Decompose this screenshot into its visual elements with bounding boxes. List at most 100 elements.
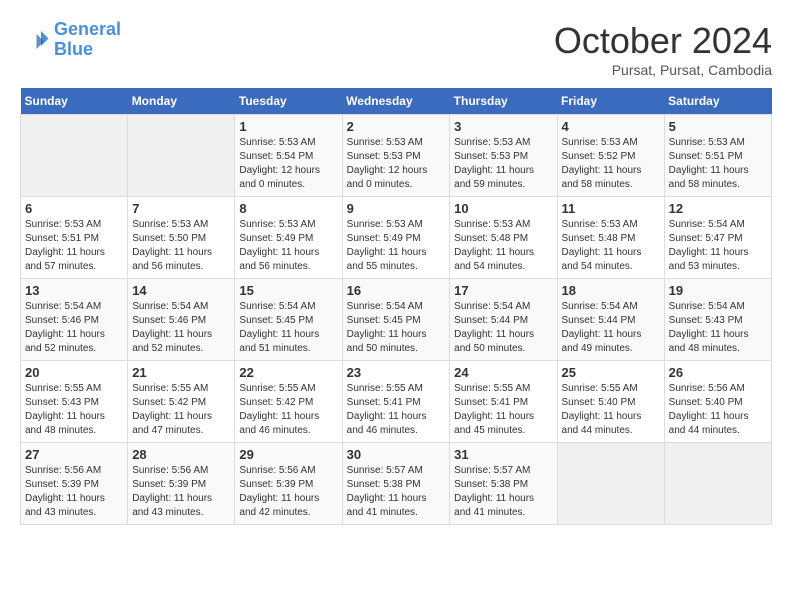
title-area: October 2024 Pursat, Pursat, Cambodia	[554, 20, 772, 78]
calendar-cell: 9 Sunrise: 5:53 AMSunset: 5:49 PMDaylight…	[342, 197, 450, 279]
calendar-cell: 20 Sunrise: 5:55 AMSunset: 5:43 PMDayligh…	[21, 361, 128, 443]
header-wednesday: Wednesday	[342, 88, 450, 115]
day-info: Sunrise: 5:55 AMSunset: 5:40 PMDaylight:…	[562, 382, 660, 438]
day-info: Sunrise: 5:56 AMSunset: 5:39 PMDaylight:…	[25, 464, 123, 520]
day-info: Sunrise: 5:56 AMSunset: 5:39 PMDaylight:…	[132, 464, 230, 520]
calendar-header-row: SundayMondayTuesdayWednesdayThursdayFrid…	[21, 88, 772, 115]
calendar-cell	[557, 443, 664, 525]
calendar-table: SundayMondayTuesdayWednesdayThursdayFrid…	[20, 88, 772, 525]
calendar-cell: 22 Sunrise: 5:55 AMSunset: 5:42 PMDayligh…	[235, 361, 342, 443]
calendar-cell	[21, 115, 128, 197]
calendar-cell: 30 Sunrise: 5:57 AMSunset: 5:38 PMDayligh…	[342, 443, 450, 525]
calendar-cell	[664, 443, 771, 525]
header-tuesday: Tuesday	[235, 88, 342, 115]
calendar-cell: 24Sunrise: 5:55 AMSunset: 5:41 PMDayligh…	[450, 361, 557, 443]
day-number: 1	[239, 119, 337, 134]
calendar-cell: 25 Sunrise: 5:55 AMSunset: 5:40 PMDayligh…	[557, 361, 664, 443]
day-info: Sunrise: 5:57 AMSunset: 5:38 PMDaylight:…	[347, 464, 446, 520]
day-info: Sunrise: 5:55 AMSunset: 5:41 PMDaylight:…	[347, 382, 446, 438]
day-number: 9	[347, 201, 446, 216]
day-number: 30	[347, 447, 446, 462]
day-info: Sunrise: 5:53 AMSunset: 5:51 PMDaylight:…	[25, 218, 123, 274]
week-row-4: 20 Sunrise: 5:55 AMSunset: 5:43 PMDayligh…	[21, 361, 772, 443]
week-row-2: 6Sunrise: 5:53 AMSunset: 5:51 PMDaylight…	[21, 197, 772, 279]
day-info: Sunrise: 5:53 AMSunset: 5:51 PMDaylight:…	[669, 136, 767, 192]
day-info: Sunrise: 5:54 AMSunset: 5:47 PMDaylight:…	[669, 218, 767, 274]
day-info: Sunrise: 5:55 AMSunset: 5:42 PMDaylight:…	[132, 382, 230, 438]
day-number: 13	[25, 283, 123, 298]
week-row-1: 1 Sunrise: 5:53 AMSunset: 5:54 PMDaylight…	[21, 115, 772, 197]
day-info: Sunrise: 5:54 AMSunset: 5:46 PMDaylight:…	[25, 300, 123, 356]
location-subtitle: Pursat, Pursat, Cambodia	[554, 62, 772, 78]
day-info: Sunrise: 5:53 AMSunset: 5:53 PMDaylight:…	[347, 136, 446, 192]
day-info: Sunrise: 5:56 AMSunset: 5:39 PMDaylight:…	[239, 464, 337, 520]
day-number: 11	[562, 201, 660, 216]
day-info: Sunrise: 5:53 AMSunset: 5:52 PMDaylight:…	[562, 136, 660, 192]
day-number: 7	[132, 201, 230, 216]
calendar-cell: 18Sunrise: 5:54 AMSunset: 5:44 PMDayligh…	[557, 279, 664, 361]
day-info: Sunrise: 5:55 AMSunset: 5:43 PMDaylight:…	[25, 382, 123, 438]
header-monday: Monday	[128, 88, 235, 115]
day-number: 5	[669, 119, 767, 134]
day-number: 4	[562, 119, 660, 134]
calendar-cell: 31 Sunrise: 5:57 AMSunset: 5:38 PMDayligh…	[450, 443, 557, 525]
day-number: 15	[239, 283, 337, 298]
calendar-cell: 7 Sunrise: 5:53 AMSunset: 5:50 PMDaylight…	[128, 197, 235, 279]
day-number: 29	[239, 447, 337, 462]
header-saturday: Saturday	[664, 88, 771, 115]
calendar-cell: 10 Sunrise: 5:53 AMSunset: 5:48 PMDayligh…	[450, 197, 557, 279]
calendar-cell: 12 Sunrise: 5:54 AMSunset: 5:47 PMDayligh…	[664, 197, 771, 279]
day-info: Sunrise: 5:56 AMSunset: 5:40 PMDaylight:…	[669, 382, 767, 438]
day-number: 25	[562, 365, 660, 380]
week-row-5: 27 Sunrise: 5:56 AMSunset: 5:39 PMDayligh…	[21, 443, 772, 525]
day-info: Sunrise: 5:53 AMSunset: 5:50 PMDaylight:…	[132, 218, 230, 274]
day-number: 31	[454, 447, 552, 462]
calendar-cell: 21Sunrise: 5:55 AMSunset: 5:42 PMDayligh…	[128, 361, 235, 443]
day-info: Sunrise: 5:53 AMSunset: 5:54 PMDaylight:…	[239, 136, 337, 192]
calendar-cell: 15Sunrise: 5:54 AMSunset: 5:45 PMDayligh…	[235, 279, 342, 361]
day-info: Sunrise: 5:55 AMSunset: 5:41 PMDaylight:…	[454, 382, 552, 438]
day-info: Sunrise: 5:54 AMSunset: 5:45 PMDaylight:…	[347, 300, 446, 356]
calendar-cell: 19Sunrise: 5:54 AMSunset: 5:43 PMDayligh…	[664, 279, 771, 361]
day-number: 26	[669, 365, 767, 380]
header-friday: Friday	[557, 88, 664, 115]
day-number: 23	[347, 365, 446, 380]
calendar-cell: 28 Sunrise: 5:56 AMSunset: 5:39 PMDayligh…	[128, 443, 235, 525]
logo-line2: Blue	[54, 39, 93, 59]
day-number: 27	[25, 447, 123, 462]
calendar-cell	[128, 115, 235, 197]
calendar-cell: 23 Sunrise: 5:55 AMSunset: 5:41 PMDayligh…	[342, 361, 450, 443]
logo: General Blue	[20, 20, 121, 60]
header-sunday: Sunday	[21, 88, 128, 115]
day-number: 18	[562, 283, 660, 298]
day-info: Sunrise: 5:53 AMSunset: 5:49 PMDaylight:…	[347, 218, 446, 274]
calendar-cell: 29 Sunrise: 5:56 AMSunset: 5:39 PMDayligh…	[235, 443, 342, 525]
calendar-cell: 3Sunrise: 5:53 AMSunset: 5:53 PMDaylight…	[450, 115, 557, 197]
day-info: Sunrise: 5:53 AMSunset: 5:48 PMDaylight:…	[562, 218, 660, 274]
month-title: October 2024	[554, 20, 772, 62]
day-number: 2	[347, 119, 446, 134]
day-number: 28	[132, 447, 230, 462]
day-number: 12	[669, 201, 767, 216]
calendar-cell: 2 Sunrise: 5:53 AMSunset: 5:53 PMDaylight…	[342, 115, 450, 197]
logo-line1: General	[54, 19, 121, 39]
week-row-3: 13 Sunrise: 5:54 AMSunset: 5:46 PMDayligh…	[21, 279, 772, 361]
day-info: Sunrise: 5:54 AMSunset: 5:46 PMDaylight:…	[132, 300, 230, 356]
day-info: Sunrise: 5:54 AMSunset: 5:44 PMDaylight:…	[454, 300, 552, 356]
day-info: Sunrise: 5:57 AMSunset: 5:38 PMDaylight:…	[454, 464, 552, 520]
calendar-cell: 1 Sunrise: 5:53 AMSunset: 5:54 PMDaylight…	[235, 115, 342, 197]
calendar-cell: 4 Sunrise: 5:53 AMSunset: 5:52 PMDaylight…	[557, 115, 664, 197]
calendar-cell: 26 Sunrise: 5:56 AMSunset: 5:40 PMDayligh…	[664, 361, 771, 443]
day-info: Sunrise: 5:55 AMSunset: 5:42 PMDaylight:…	[239, 382, 337, 438]
header-thursday: Thursday	[450, 88, 557, 115]
calendar-cell: 5 Sunrise: 5:53 AMSunset: 5:51 PMDaylight…	[664, 115, 771, 197]
day-number: 14	[132, 283, 230, 298]
day-number: 19	[669, 283, 767, 298]
day-number: 20	[25, 365, 123, 380]
calendar-cell: 8Sunrise: 5:53 AMSunset: 5:49 PMDaylight…	[235, 197, 342, 279]
day-number: 10	[454, 201, 552, 216]
day-info: Sunrise: 5:53 AMSunset: 5:49 PMDaylight:…	[239, 218, 337, 274]
calendar-cell: 17Sunrise: 5:54 AMSunset: 5:44 PMDayligh…	[450, 279, 557, 361]
day-info: Sunrise: 5:53 AMSunset: 5:48 PMDaylight:…	[454, 218, 552, 274]
day-number: 22	[239, 365, 337, 380]
